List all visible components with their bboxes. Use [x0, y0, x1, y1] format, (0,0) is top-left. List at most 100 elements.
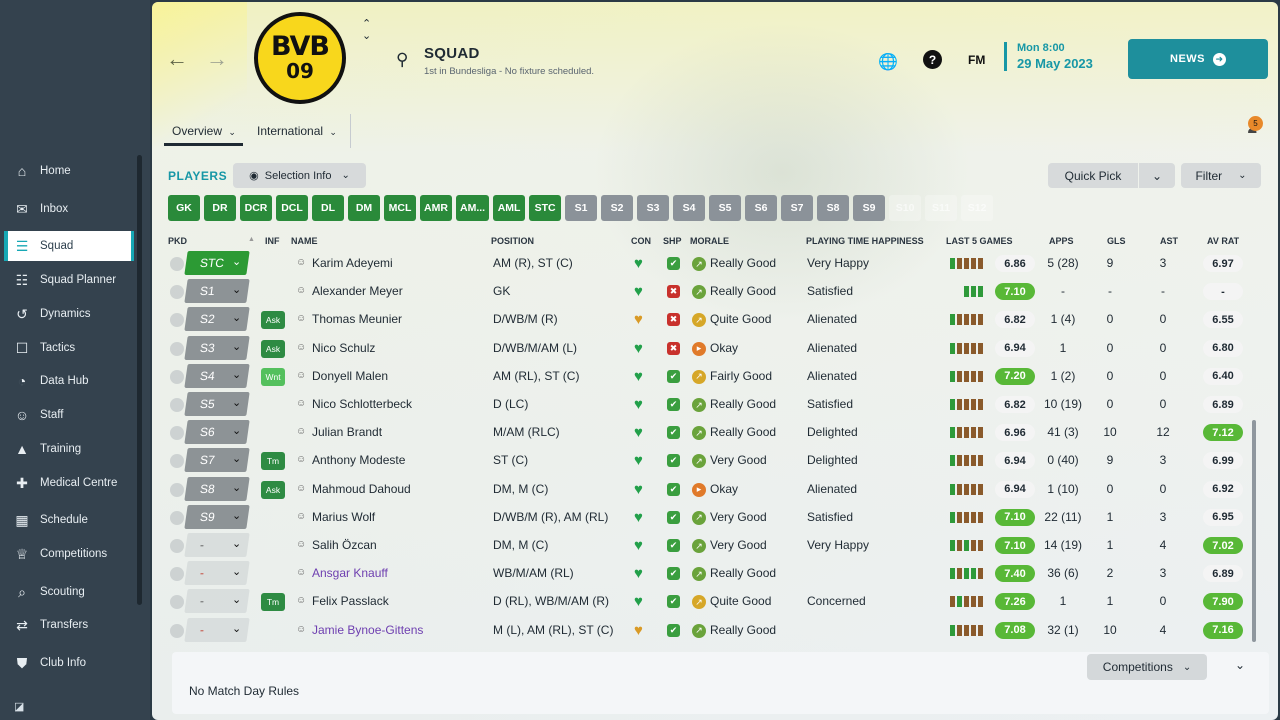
quick-pick-button[interactable]: Quick Pick	[1048, 163, 1138, 188]
position-chip[interactable]: S12	[961, 195, 994, 221]
position-chip[interactable]: GK	[168, 195, 200, 221]
col-gls[interactable]: GLS	[1107, 236, 1126, 246]
back-arrow-icon[interactable]: ←	[166, 46, 188, 72]
pick-toggle-icon[interactable]	[170, 482, 184, 497]
col-avrat[interactable]: AV RAT	[1207, 236, 1239, 246]
pick-toggle-icon[interactable]	[170, 313, 184, 328]
position-chip[interactable]: S2	[601, 195, 634, 221]
table-row[interactable]: S5 ⌄ ☺ Nico Schlotterbeck D (LC) ♥ ✔ ↗ Really Go…	[168, 391, 1258, 419]
player-name[interactable]: Donyell Malen	[312, 369, 388, 383]
sidebar-item-staff[interactable]: ☺ Staff	[4, 400, 134, 430]
info-badge[interactable]: Wnt	[261, 367, 285, 386]
pick-toggle-icon[interactable]	[170, 623, 184, 638]
position-chip[interactable]: STC	[529, 195, 562, 221]
table-row[interactable]: S9 ⌄ ☺ Marius Wolf D/WB/M (R), AM (RL) ♥ ✔ ↗ Ver…	[168, 504, 1258, 532]
sidebar-item-data-hub[interactable]: ◔ Data Hub	[4, 366, 134, 396]
pick-toggle-icon[interactable]	[170, 257, 184, 271]
pick-toggle-icon[interactable]	[170, 567, 184, 582]
pick-toggle-icon[interactable]	[170, 369, 184, 384]
info-badge[interactable]: Ask	[261, 311, 285, 330]
sidebar-item-club-info[interactable]: ⛊ Club Info	[4, 648, 134, 678]
player-name[interactable]: Julian Brandt	[312, 425, 382, 439]
position-chip[interactable]: S8	[817, 195, 850, 221]
sidebar-item-medical-centre[interactable]: ✚ Medical Centre	[4, 468, 134, 498]
position-chip[interactable]: AMR	[420, 195, 452, 221]
sidebar-item-home[interactable]: ⌂ Home	[4, 156, 134, 186]
screen-toggle-icon[interactable]: ◪	[14, 700, 24, 713]
collapse-chevron-icon[interactable]: ⌄	[1235, 658, 1245, 672]
table-row[interactable]: S7 ⌄ Tm ☺ Anthony Modeste ST (C) ♥ ✔ ↗ Very Good D…	[168, 447, 1258, 475]
table-row[interactable]: S6 ⌄ ☺ Julian Brandt M/AM (RLC) ♥ ✔ ↗ Really Goo…	[168, 419, 1258, 447]
sidebar-scrollbar[interactable]	[137, 155, 142, 605]
player-name[interactable]: Felix Passlack	[312, 594, 389, 608]
position-chip[interactable]: S4	[673, 195, 706, 221]
player-name[interactable]: Thomas Meunier	[312, 312, 402, 326]
position-chip[interactable]: S7	[781, 195, 814, 221]
info-badge[interactable]: Ask	[261, 339, 285, 358]
sidebar-item-schedule[interactable]: ▦ Schedule	[4, 505, 134, 535]
player-name[interactable]: Mahmoud Dahoud	[312, 482, 411, 496]
position-chip[interactable]: S10	[889, 195, 922, 221]
position-chip[interactable]: DL	[312, 195, 344, 221]
club-crest[interactable]: BVB 09	[254, 12, 346, 104]
help-icon[interactable]: ?	[923, 50, 942, 69]
col-last5[interactable]: LAST 5 GAMES	[946, 236, 1013, 246]
filter-button[interactable]: Filter ⌄	[1181, 163, 1261, 188]
position-chip[interactable]: AML	[493, 195, 526, 221]
table-row[interactable]: - ⌄ ☺ Ansgar Knauff WB/M/AM (RL) ♥ ✔ ↗ Really Go…	[168, 560, 1258, 588]
table-row[interactable]: S4 ⌄ Wnt ☺ Donyell Malen AM (RL), ST (C) ♥ ✔ ↗ Fa…	[168, 363, 1258, 391]
sidebar-item-inbox[interactable]: ✉ Inbox	[4, 194, 134, 224]
col-pkd[interactable]: PKD	[168, 236, 187, 246]
player-name[interactable]: Alexander Meyer	[312, 284, 403, 298]
pick-toggle-icon[interactable]	[170, 539, 184, 553]
col-name[interactable]: NAME	[291, 236, 318, 246]
sidebar-item-training[interactable]: ▲ Training	[4, 434, 134, 464]
info-badge[interactable]: Tm	[261, 452, 285, 471]
info-badge[interactable]: Ask	[261, 480, 285, 499]
player-name[interactable]: Nico Schulz	[312, 341, 375, 355]
position-chip[interactable]: S9	[853, 195, 886, 221]
competitions-dropdown[interactable]: Competitions ⌄	[1087, 654, 1207, 680]
table-row[interactable]: - ⌄ Tm ☺ Felix Passlack D (RL), WB/M/AM (R) ♥ ✔…	[168, 588, 1258, 616]
col-ast[interactable]: AST	[1160, 236, 1178, 246]
club-switch-arrows-icon[interactable]: ⌃ ⌄	[362, 18, 371, 42]
col-shp[interactable]: SHP	[663, 236, 682, 246]
globe-icon[interactable]: 🌐	[878, 52, 898, 72]
player-name[interactable]: Nico Schlotterbeck	[312, 397, 412, 411]
col-position[interactable]: POSITION	[491, 236, 534, 246]
table-scrollbar[interactable]	[1252, 420, 1256, 642]
player-name[interactable]: Ansgar Knauff	[312, 566, 388, 580]
sidebar-item-squad-planner[interactable]: ☷ Squad Planner	[4, 265, 134, 295]
position-chip[interactable]: S11	[925, 195, 958, 221]
col-apps[interactable]: APPS	[1049, 236, 1074, 246]
tab-international[interactable]: International ⌄	[257, 124, 337, 138]
selection-info-button[interactable]: ◉ Selection Info ⌄	[233, 163, 366, 188]
sidebar-item-tactics[interactable]: ☐ Tactics	[4, 333, 134, 363]
table-row[interactable]: STC ⌄ ☺ Karim Adeyemi AM (R), ST (C) ♥ ✔ ↗ Reall…	[168, 250, 1258, 278]
col-inf[interactable]: INF	[265, 236, 280, 246]
position-chip[interactable]: DCL	[276, 195, 308, 221]
sidebar-item-dynamics[interactable]: ↺ Dynamics	[4, 299, 134, 329]
player-name[interactable]: Anthony Modeste	[312, 453, 405, 467]
position-chip[interactable]: MCL	[384, 195, 416, 221]
fm-logo[interactable]: FM	[968, 53, 985, 67]
sidebar-item-squad[interactable]: ☰ Squad	[4, 231, 134, 261]
pick-toggle-icon[interactable]	[170, 510, 184, 525]
table-row[interactable]: - ⌄ ☺ Jamie Bynoe-Gittens M (L), AM (RL), ST…	[168, 617, 1258, 645]
info-badge[interactable]: Tm	[261, 593, 285, 612]
table-row[interactable]: S2 ⌄ Ask ☺ Thomas Meunier D/WB/M (R) ♥ ✖ ↗ Quite …	[168, 306, 1258, 334]
position-chip[interactable]: DM	[348, 195, 380, 221]
col-con[interactable]: CON	[631, 236, 651, 246]
pick-toggle-icon[interactable]	[170, 341, 184, 356]
table-row[interactable]: S8 ⌄ Ask ☺ Mahmoud Dahoud DM, M (C) ♥ ✔ ▸ Okay Ali…	[168, 476, 1258, 504]
table-row[interactable]: - ⌄ ☺ Salih Özcan DM, M (C) ♥ ✔ ↗ Very Good Very …	[168, 532, 1258, 560]
table-row[interactable]: S3 ⌄ Ask ☺ Nico Schulz D/WB/M/AM (L) ♥ ✖ ▸ Okay Al…	[168, 335, 1258, 363]
pick-toggle-icon[interactable]	[170, 426, 184, 441]
position-chip[interactable]: S3	[637, 195, 670, 221]
pick-toggle-icon[interactable]	[170, 595, 184, 610]
sidebar-item-scouting[interactable]: ⌕ Scouting	[4, 577, 134, 607]
sidebar-item-competitions[interactable]: ♕ Competitions	[4, 539, 134, 569]
player-name[interactable]: Salih Özcan	[312, 538, 377, 552]
pick-toggle-icon[interactable]	[170, 398, 184, 412]
position-chip[interactable]: S1	[565, 195, 598, 221]
